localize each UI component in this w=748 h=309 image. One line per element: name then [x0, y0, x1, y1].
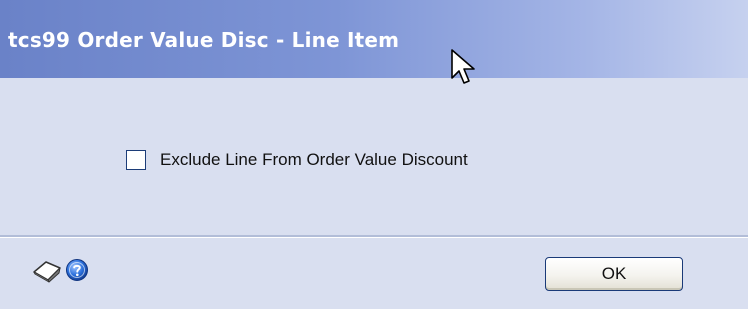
- title-bar[interactable]: tcs99 Order Value Disc - Line Item: [0, 0, 748, 78]
- exclude-line-checkbox[interactable]: [126, 150, 146, 170]
- help-icon[interactable]: [65, 258, 89, 282]
- mouse-cursor-icon: [450, 48, 478, 92]
- exclude-line-option[interactable]: Exclude Line From Order Value Discount: [126, 146, 468, 174]
- exclude-line-label[interactable]: Exclude Line From Order Value Discount: [160, 150, 468, 170]
- note-icon[interactable]: [32, 258, 62, 284]
- dialog-window: tcs99 Order Value Disc - Line Item Exclu…: [0, 0, 748, 309]
- window-title: tcs99 Order Value Disc - Line Item: [8, 28, 400, 52]
- ok-button[interactable]: OK: [545, 257, 683, 291]
